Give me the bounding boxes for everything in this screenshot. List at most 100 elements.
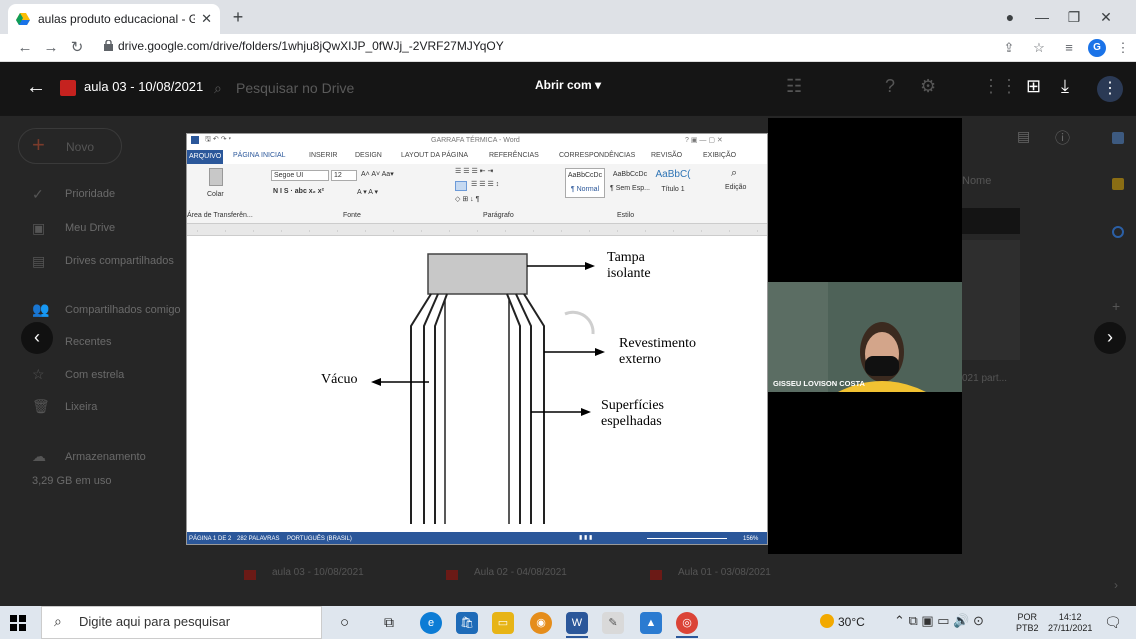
paste-icon[interactable] [209, 168, 223, 186]
edge-icon[interactable]: e [420, 612, 442, 634]
keep-icon[interactable] [1112, 178, 1124, 190]
clock-time: 14:12 [1058, 612, 1082, 622]
weather-temperature[interactable]: 30°C [838, 615, 865, 629]
tab-review[interactable]: REVISÃO [651, 152, 682, 159]
tab-layout[interactable]: LAYOUT DA PÁGINA [401, 152, 468, 159]
group-label-clipboard: Área de Transferên... [187, 212, 253, 219]
browser-tab[interactable]: aulas produto educacional - Goo ✕ [8, 4, 220, 34]
word-doc-title: GARRAFA TÉRMICA - Word [431, 137, 520, 144]
arrow-outer-head [595, 348, 605, 356]
minimize-button[interactable]: — [1028, 4, 1056, 30]
tab-file[interactable]: ARQUIVO [187, 150, 223, 164]
add-addon-icon[interactable]: + [1112, 298, 1120, 314]
next-file-button[interactable]: › [1094, 322, 1126, 354]
tab-insert[interactable]: INSERIR [309, 152, 337, 159]
reading-list-icon[interactable]: ≡ [1058, 38, 1080, 58]
font-grow-icons[interactable]: A˄ A˅ Aa▾ [361, 170, 394, 178]
sidebar-item-my-drive[interactable]: Meu Drive [65, 222, 115, 234]
more-options-icon[interactable]: ⋮ [1097, 76, 1123, 102]
font-name-select[interactable]: Segoe UI [271, 170, 329, 181]
chrome-icon[interactable]: ◎ [676, 612, 698, 634]
align-left-icon[interactable] [455, 181, 467, 191]
open-with-button[interactable]: Abrir com ▾ [535, 78, 601, 92]
word-window-controls[interactable]: ? ▣ — ▢ ✕ [685, 136, 723, 144]
bold-italic-underline-icons[interactable]: N I S · abc x₂ x² [273, 188, 324, 195]
clock-date: 27/11/2021 [1048, 623, 1093, 633]
find-icon[interactable]: ⌕ [731, 167, 737, 180]
shared-with-me-icon: 👥 [32, 301, 50, 317]
font-size-select[interactable]: 12 [331, 170, 357, 181]
side-panel-toggle-icon[interactable]: › [1114, 578, 1118, 592]
list-icons[interactable]: ☰ ☰ ☰ ⇤ ⇥ [455, 167, 493, 175]
sidebar-item-starred[interactable]: Com estrela [65, 369, 124, 381]
thermos-inner-wall [434, 293, 521, 524]
input-language[interactable]: POR PTB2 [1016, 612, 1039, 634]
tab-references[interactable]: REFERÊNCIAS [489, 152, 539, 159]
system-tray-icons[interactable]: ⌃ ⧉ ▣ ▭ 🔊 ⊙ [894, 613, 984, 629]
info-icon[interactable]: ⓘ [1055, 127, 1070, 148]
sidebar-item-recent[interactable]: Recentes [65, 336, 111, 348]
paint-icon[interactable]: ✎ [602, 612, 624, 634]
weather-sun-icon[interactable] [820, 614, 834, 628]
file-item[interactable]: Aula 01 - 03/08/2021 [678, 567, 771, 578]
zoom-slider[interactable] [647, 538, 727, 539]
tab-view[interactable]: EXIBIÇÃO [703, 152, 736, 159]
cortana-icon[interactable]: ○ [340, 614, 349, 631]
task-view-icon[interactable]: ⧉ [384, 614, 394, 631]
address-bar[interactable]: drive.google.com/drive/folders/1whju8jQw… [118, 39, 504, 53]
sidebar-item-trash[interactable]: Lixeira [65, 401, 97, 413]
photos-icon[interactable]: ▲ [640, 612, 662, 634]
windows-start-icon[interactable] [10, 615, 26, 631]
share-icon[interactable]: ⇪ [998, 38, 1020, 58]
label-tampa-line2: isolante [607, 266, 651, 281]
close-viewer-arrow-icon[interactable]: ← [26, 76, 46, 99]
file-item[interactable]: Aula 02 - 04/08/2021 [474, 567, 567, 578]
quick-access-icons[interactable]: 🖫 ↶ ↷ ▾ [205, 135, 231, 146]
back-arrow-icon[interactable]: ← [14, 38, 36, 58]
calendar-icon[interactable] [1112, 132, 1124, 144]
arrow-surface-head [581, 408, 591, 416]
add-to-drive-icon[interactable]: ⊞ [1026, 76, 1041, 97]
file-thumbnail[interactable] [962, 240, 1020, 360]
profile-avatar[interactable]: G [1088, 39, 1106, 57]
previous-file-button[interactable]: ‹ [21, 322, 53, 354]
bookmark-star-icon[interactable]: ☆ [1028, 38, 1050, 58]
style-no-spacing[interactable]: AaBbCcDc ¶ Sem Esp... [609, 168, 651, 198]
sort-by-name[interactable]: Nome [962, 175, 991, 187]
style-heading-1[interactable]: AaBbC(Título 1 [653, 168, 693, 198]
sidebar-item-storage[interactable]: Armazenamento [65, 451, 146, 463]
store-icon[interactable]: 🛍 [456, 612, 478, 634]
list-view-icon[interactable]: ▤ [1017, 128, 1030, 145]
tab-title: aulas produto educacional - Goo [38, 12, 196, 26]
taskbar-clock[interactable]: 14:12 27/11/2021 [1048, 612, 1092, 634]
notifications-icon[interactable]: 🗨 [1104, 614, 1122, 631]
forward-arrow-icon[interactable]: → [40, 38, 62, 58]
tab-home[interactable]: PÁGINA INICIAL [233, 152, 286, 159]
drive-search-input[interactable]: Pesquisar no Drive [236, 80, 354, 96]
reload-icon[interactable]: ↻ [66, 38, 88, 58]
tab-design[interactable]: DESIGN [355, 152, 382, 159]
align-icons[interactable]: ☰ ☰ ☰ ↕ [471, 180, 499, 188]
style-normal[interactable]: AaBbCcDc ¶ Normal [565, 168, 605, 198]
sidebar-item-priority[interactable]: Prioridade [65, 188, 115, 200]
restore-button[interactable]: ❐ [1060, 4, 1088, 30]
download-icon[interactable]: ⤓ [1061, 76, 1069, 97]
app-icon-orange[interactable]: ◉ [530, 612, 552, 634]
chrome-menu-dot-icon[interactable]: ● [996, 4, 1024, 30]
kebab-menu-icon[interactable]: ⋮ [1112, 38, 1134, 58]
tab-close-icon[interactable]: ✕ [201, 11, 212, 27]
new-tab-button[interactable]: + [226, 6, 250, 30]
view-mode-icons[interactable]: ▮ ▮ ▮ [579, 534, 592, 541]
tab-mailings[interactable]: CORRESPONDÊNCIAS [559, 152, 635, 159]
sidebar-item-shared-drives[interactable]: Drives compartilhados [65, 255, 174, 267]
close-window-button[interactable]: ✕ [1092, 4, 1120, 30]
shading-border-icons[interactable]: ◇ ⊞ ↓ ¶ [455, 195, 479, 203]
plus-icon: + [32, 132, 45, 157]
font-color-icons[interactable]: A ▾ A ▾ [357, 188, 378, 196]
file-item[interactable]: aula 03 - 10/08/2021 [272, 567, 364, 578]
word-taskbar-icon[interactable]: W [566, 612, 588, 634]
tasks-icon[interactable] [1112, 226, 1124, 238]
sidebar-item-shared-with-me[interactable]: Compartilhados comigo [65, 304, 181, 316]
word-page[interactable]: Tampa isolante Revestimento externo Vácuo … [187, 236, 767, 532]
file-explorer-icon[interactable]: ▭ [492, 612, 514, 634]
